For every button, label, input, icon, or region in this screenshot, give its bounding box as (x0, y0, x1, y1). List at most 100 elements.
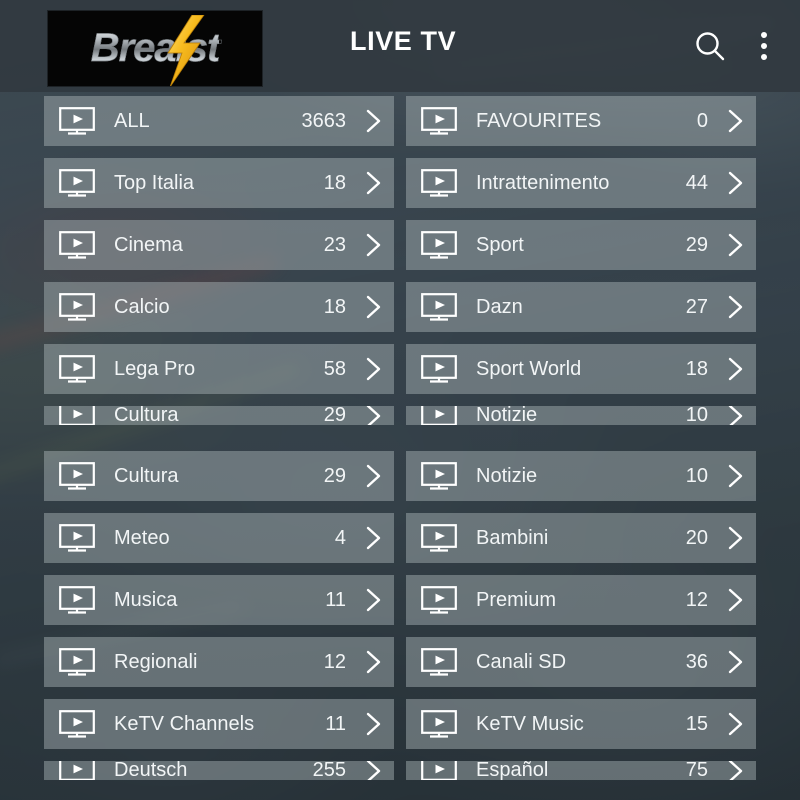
live-tv-screen: Breaist LIVE TV ALL 3663 FAVOURITES 0 To… (0, 0, 800, 800)
category-label: FAVOURITES (476, 109, 602, 132)
category-row[interactable]: Premium 12 (406, 575, 756, 625)
category-count: 12 (685, 588, 708, 611)
category-row[interactable]: KeTV Channels 11 (44, 699, 394, 749)
category-label: Sport (476, 233, 524, 256)
chevron-right-icon (728, 588, 743, 612)
tv-play-icon (59, 710, 95, 738)
category-count: 12 (323, 650, 346, 673)
chevron-right-icon (366, 171, 381, 195)
category-count: 11 (325, 588, 346, 611)
tv-play-icon (421, 293, 457, 321)
chevron-right-icon (728, 650, 743, 674)
category-count: 75 (685, 761, 708, 780)
category-count: 29 (323, 464, 346, 487)
category-row[interactable]: Cultura 29 (44, 406, 394, 425)
category-row[interactable]: Meteo 4 (44, 513, 394, 563)
tv-play-icon (59, 355, 95, 383)
category-row[interactable]: Regionali 12 (44, 637, 394, 687)
chevron-right-icon (366, 406, 381, 425)
tv-play-icon (59, 648, 95, 676)
lightning-bolt-icon (167, 15, 205, 86)
three-dot-menu-icon (761, 54, 767, 60)
chevron-right-icon (728, 357, 743, 381)
chevron-right-icon (366, 233, 381, 257)
category-row[interactable]: Bambini 20 (406, 513, 756, 563)
tv-play-icon (421, 107, 457, 135)
tv-play-icon (59, 107, 95, 135)
category-row[interactable]: Cinema 23 (44, 220, 394, 270)
chevron-right-icon (366, 295, 381, 319)
category-grid-bottom: Cultura 29 Notizie 10 Meteo 4 Bambini 20 Musica 1… (0, 451, 800, 780)
category-count: 255 (312, 761, 346, 780)
category-label: Español (476, 761, 549, 780)
category-label: Cinema (114, 233, 183, 256)
category-count: 44 (685, 171, 708, 194)
category-label: Lega Pro (114, 357, 196, 380)
category-row[interactable]: ALL 3663 (44, 96, 394, 146)
category-row[interactable]: Intrattenimento 44 (406, 158, 756, 208)
chevron-right-icon (366, 109, 381, 133)
three-dot-menu-icon (761, 43, 767, 49)
chevron-right-icon (728, 712, 743, 736)
category-row[interactable]: Calcio 18 (44, 282, 394, 332)
overflow-menu-button[interactable] (738, 18, 790, 74)
tv-play-icon (421, 761, 457, 780)
category-label: Dazn (476, 295, 523, 318)
category-label: Cultura (114, 406, 179, 425)
category-label: KeTV Channels (114, 712, 255, 735)
category-list[interactable]: ALL 3663 FAVOURITES 0 Top Italia 18 Intratteni… (0, 96, 800, 800)
category-label: Premium (476, 588, 557, 611)
chevron-right-icon (366, 650, 381, 674)
app-logo[interactable]: Breaist (47, 10, 263, 87)
category-row[interactable]: Español 75 (406, 761, 756, 780)
category-count: 36 (685, 650, 708, 673)
category-row[interactable]: Lega Pro 58 (44, 344, 394, 394)
category-count: 4 (334, 526, 346, 549)
category-label: Top Italia (114, 171, 195, 194)
category-row[interactable]: Sport 29 (406, 220, 756, 270)
chevron-right-icon (366, 464, 381, 488)
category-row[interactable]: Deutsch 255 (44, 761, 394, 780)
category-row[interactable]: Canali SD 36 (406, 637, 756, 687)
category-label: Calcio (114, 295, 170, 318)
category-label: Notizie (476, 464, 538, 487)
search-button[interactable] (682, 18, 738, 74)
category-label: Cultura (114, 464, 179, 487)
category-row[interactable]: Sport World 18 (406, 344, 756, 394)
category-count: 18 (323, 171, 346, 194)
category-label: Notizie (476, 406, 538, 425)
tv-play-icon (59, 586, 95, 614)
chevron-right-icon (728, 406, 743, 425)
category-row[interactable]: FAVOURITES 0 (406, 96, 756, 146)
category-count: 29 (323, 406, 346, 425)
category-label: Canali SD (476, 650, 567, 673)
chevron-right-icon (728, 464, 743, 488)
category-row[interactable]: Musica 11 (44, 575, 394, 625)
category-row[interactable]: Cultura 29 (44, 451, 394, 501)
category-row[interactable]: Notizie 10 (406, 406, 756, 425)
chevron-right-icon (728, 295, 743, 319)
category-label: ALL (114, 109, 150, 132)
category-row[interactable]: Notizie 10 (406, 451, 756, 501)
category-label: Musica (114, 588, 178, 611)
chevron-right-icon (366, 761, 381, 780)
category-label: Meteo (114, 526, 170, 549)
category-label: Deutsch (114, 761, 188, 780)
tv-play-icon (421, 462, 457, 490)
category-row[interactable]: KeTV Music 15 (406, 699, 756, 749)
category-row[interactable]: Dazn 27 (406, 282, 756, 332)
category-count: 58 (323, 357, 346, 380)
tv-play-icon (59, 293, 95, 321)
tv-play-icon (421, 710, 457, 738)
category-grid-top: ALL 3663 FAVOURITES 0 Top Italia 18 Intratteni… (0, 96, 800, 425)
tv-play-icon (421, 406, 457, 425)
category-row[interactable]: Top Italia 18 (44, 158, 394, 208)
category-count: 10 (685, 464, 708, 487)
category-label: Regionali (114, 650, 198, 673)
category-count: 15 (685, 712, 708, 735)
category-count: 10 (685, 406, 708, 425)
category-count: 23 (323, 233, 346, 256)
app-header: Breaist LIVE TV (0, 0, 800, 92)
category-label: Sport World (476, 357, 582, 380)
tv-play-icon (59, 169, 95, 197)
